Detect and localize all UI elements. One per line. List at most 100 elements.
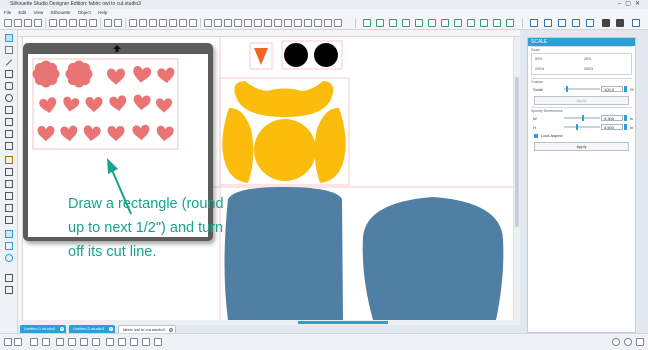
preset-50[interactable]: 50% (535, 57, 542, 61)
group-icon[interactable] (204, 19, 212, 27)
select-arrow-icon[interactable] (5, 34, 13, 42)
doc-tab-3[interactable]: fabric owl to cut.studio3 × (118, 325, 176, 333)
height-spinner[interactable] (624, 124, 627, 130)
weld-icon[interactable] (284, 19, 292, 27)
modify-icon[interactable] (324, 19, 332, 27)
text-style-icon[interactable] (467, 19, 475, 27)
menu-view[interactable]: View (34, 10, 44, 15)
pencil-tool-icon[interactable] (5, 156, 13, 164)
settings-bottom-icon[interactable] (624, 338, 632, 346)
zoom-in-icon[interactable] (149, 19, 157, 27)
select-all-icon[interactable] (4, 338, 12, 346)
rotate-icon[interactable] (118, 338, 126, 346)
preset-200[interactable]: 200% (535, 67, 544, 71)
apply-scale-button[interactable]: Apply (534, 96, 629, 105)
group-bottom-icon[interactable] (42, 338, 50, 346)
line-style-icon[interactable] (454, 19, 462, 27)
zoom-page-icon[interactable] (179, 19, 187, 27)
duplicate-left-icon[interactable] (56, 338, 64, 346)
view-grid-icon[interactable] (5, 286, 13, 294)
store-icon[interactable] (586, 19, 594, 27)
replicate-panel-icon[interactable] (493, 19, 501, 27)
scale-input[interactable]: 100.0 (601, 86, 623, 92)
transform-icon[interactable] (480, 19, 488, 27)
eraser-tool-icon[interactable] (5, 180, 13, 188)
fill-color-icon[interactable] (402, 19, 410, 27)
bring-front-icon[interactable] (234, 19, 242, 27)
close-tab-icon[interactable]: × (109, 327, 113, 331)
trace-panel-icon[interactable] (530, 19, 538, 27)
rectangle-tool-icon[interactable] (5, 70, 13, 78)
preset-300[interactable]: 300% (584, 67, 593, 71)
menu-object[interactable]: Object (78, 10, 91, 15)
view-toggle-icon[interactable] (5, 274, 13, 282)
width-slider-knob[interactable] (582, 115, 584, 121)
print-icon[interactable] (34, 19, 42, 27)
open-file-icon[interactable] (14, 19, 22, 27)
grid-icon[interactable] (376, 19, 384, 27)
fill-gradient-icon[interactable] (415, 19, 423, 27)
design-store-panel-icon[interactable] (5, 242, 13, 250)
doc-tab-1[interactable]: Untitled-1.studio3 × (20, 325, 66, 333)
height-input[interactable]: 5.500 (601, 124, 623, 130)
cut-settings-icon[interactable] (544, 19, 552, 27)
new-file-icon[interactable] (4, 19, 12, 27)
pan-icon[interactable] (139, 19, 147, 27)
rounded-rect-tool-icon[interactable] (5, 82, 13, 90)
preset-25[interactable]: 25% (584, 57, 591, 61)
arrange-icon[interactable] (274, 19, 282, 27)
weld-bottom-icon[interactable] (130, 338, 138, 346)
release-compound-icon[interactable] (154, 338, 162, 346)
window-controls[interactable]: –▢✕ (618, 0, 644, 9)
send-to-silhouette-icon[interactable] (558, 19, 566, 27)
duplicate-down-icon[interactable] (92, 338, 100, 346)
menu-file[interactable]: File (4, 10, 11, 15)
design-store-icon[interactable] (602, 19, 610, 27)
vertical-scrollbar[interactable] (513, 37, 520, 320)
offset-icon[interactable] (294, 19, 302, 27)
line-tool-icon[interactable] (5, 59, 13, 66)
scale-slider-knob[interactable] (566, 86, 568, 92)
knife-icon[interactable] (334, 19, 342, 27)
send-back-icon[interactable] (244, 19, 252, 27)
deselect-icon[interactable] (14, 338, 22, 346)
duplicate-right-icon[interactable] (68, 338, 76, 346)
ellipse-tool-icon[interactable] (5, 94, 13, 102)
copy-icon[interactable] (59, 19, 67, 27)
forward-icon[interactable] (254, 19, 262, 27)
save-icon[interactable] (24, 19, 32, 27)
text-tool-icon[interactable] (5, 168, 13, 176)
settings-gear-icon[interactable] (632, 19, 640, 27)
online-store-icon[interactable] (5, 254, 13, 262)
edit-points-icon[interactable] (5, 46, 13, 54)
apply-button[interactable]: Apply (534, 142, 629, 151)
ungroup-icon[interactable] (214, 19, 222, 27)
zoom-drag-icon[interactable] (189, 19, 197, 27)
paste-icon[interactable] (69, 19, 77, 27)
scale-spinner[interactable] (624, 86, 627, 92)
backward-icon[interactable] (264, 19, 272, 27)
menu-edit[interactable]: Edit (19, 10, 27, 15)
expand-icon[interactable] (636, 338, 644, 346)
menu-help[interactable]: Help (98, 10, 107, 15)
cut-icon[interactable] (49, 19, 57, 27)
arc-tool-icon[interactable] (5, 130, 13, 138)
replicate-icon[interactable] (314, 19, 322, 27)
scale-slider[interactable] (564, 86, 600, 92)
library-panel-icon[interactable] (5, 230, 13, 238)
width-input[interactable]: 9.300 (601, 115, 623, 121)
duplicate-icon[interactable] (79, 19, 87, 27)
zoom-selection-icon[interactable] (30, 338, 38, 346)
horizontal-scroll-thumb[interactable] (298, 321, 388, 324)
vertical-scroll-thumb[interactable] (515, 77, 519, 227)
help-icon[interactable] (612, 338, 620, 346)
zoom-fit-icon[interactable] (169, 19, 177, 27)
height-slider-knob[interactable] (576, 124, 578, 130)
undo-icon[interactable] (104, 19, 112, 27)
lock-aspect-checkbox[interactable]: Lock Aspect (531, 132, 632, 140)
width-spinner[interactable] (624, 115, 627, 121)
registration-icon[interactable] (389, 19, 397, 27)
make-compound-icon[interactable] (142, 338, 150, 346)
send-panel-icon[interactable] (616, 19, 624, 27)
library-icon[interactable] (572, 19, 580, 27)
